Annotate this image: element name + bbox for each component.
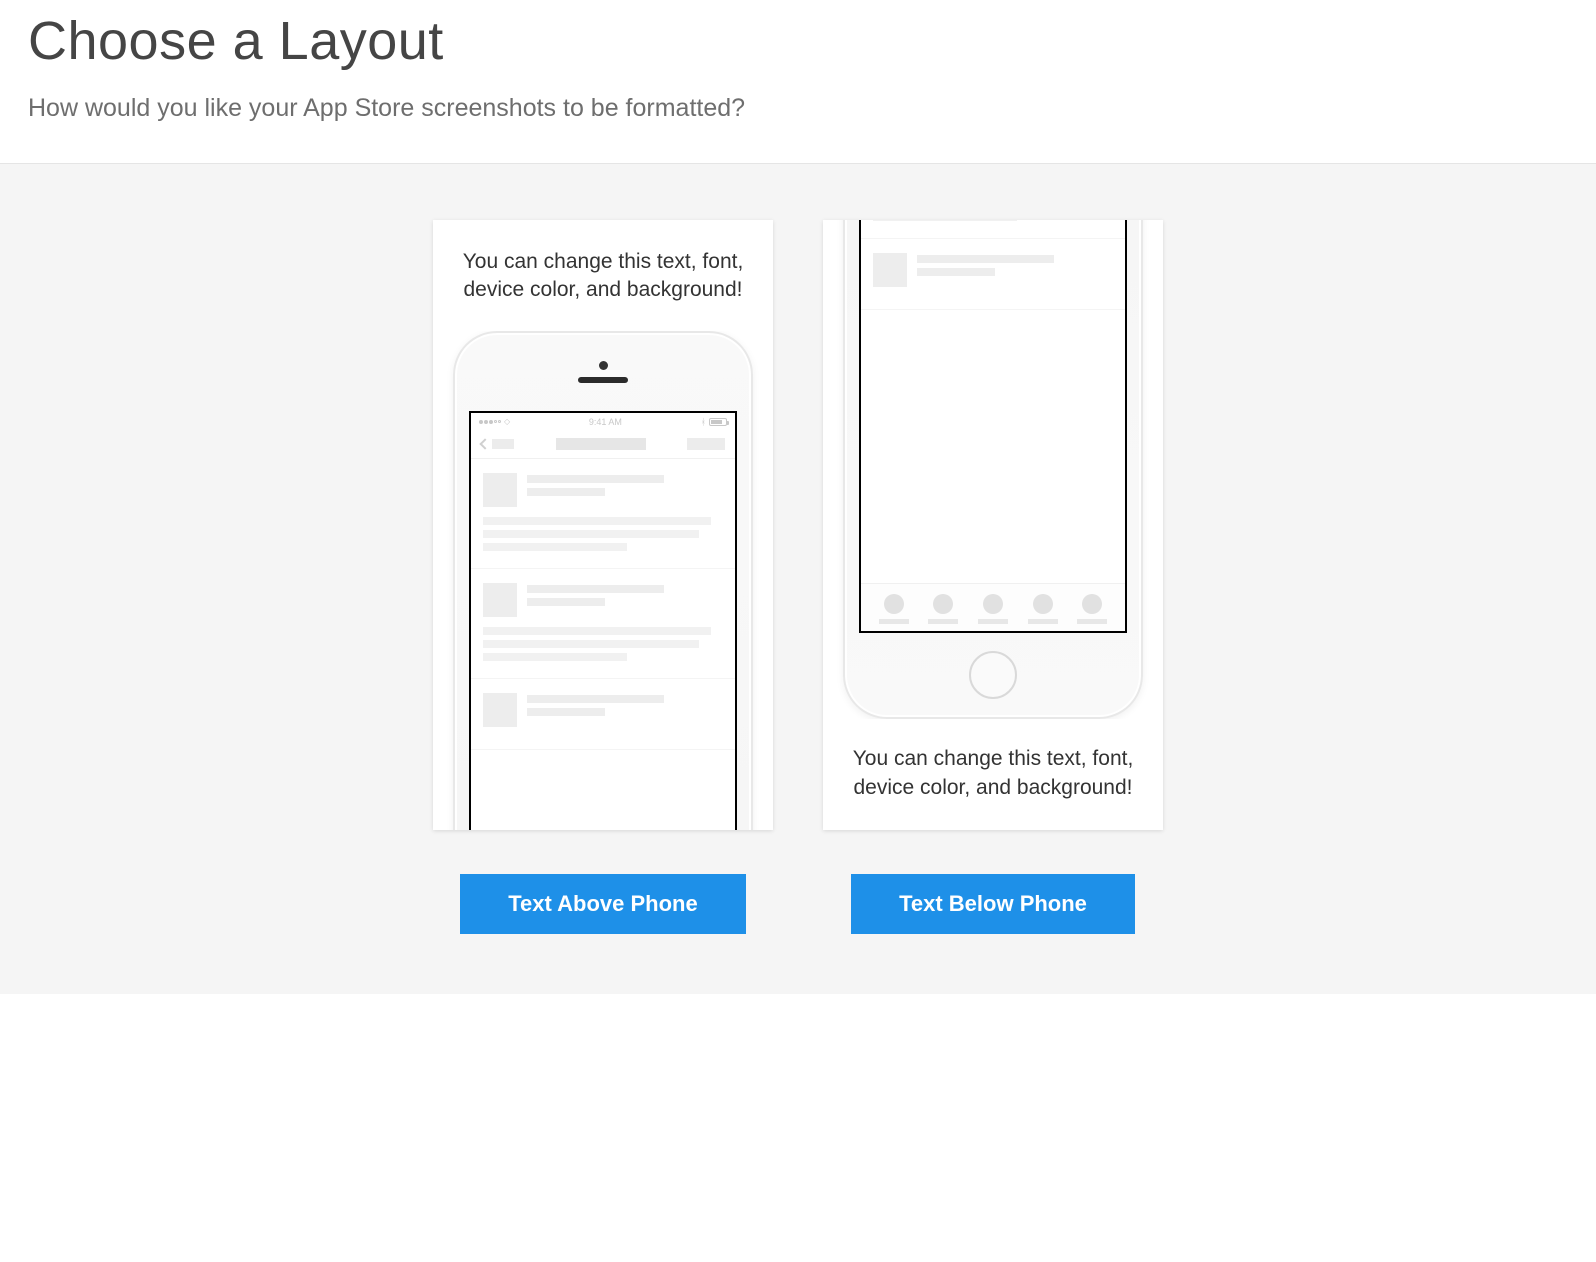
text-placeholder bbox=[527, 695, 664, 703]
text-placeholder bbox=[917, 255, 1054, 263]
text-placeholder bbox=[527, 475, 664, 483]
list-item bbox=[471, 569, 735, 679]
avatar-placeholder bbox=[483, 693, 517, 727]
phone-screen bbox=[859, 220, 1127, 633]
list-item bbox=[861, 239, 1125, 310]
tab-icon bbox=[1033, 594, 1053, 614]
tab-label-placeholder bbox=[1077, 619, 1107, 624]
text-placeholder bbox=[483, 517, 711, 525]
tab-item bbox=[978, 594, 1008, 624]
option-text-above: You can change this text, font, device c… bbox=[433, 220, 773, 934]
text-placeholder bbox=[917, 268, 995, 276]
bluetooth-icon: ᚼ bbox=[701, 417, 706, 427]
text-placeholder bbox=[483, 640, 699, 648]
tab-bar bbox=[861, 583, 1125, 631]
tab-label-placeholder bbox=[1028, 619, 1058, 624]
tab-item bbox=[879, 594, 909, 624]
phone-mockup-bottom bbox=[823, 220, 1163, 719]
preview-card-text-above[interactable]: You can change this text, font, device c… bbox=[433, 220, 773, 830]
tab-icon bbox=[983, 594, 1003, 614]
text-placeholder bbox=[527, 598, 605, 606]
feed-body bbox=[471, 459, 735, 750]
text-placeholder bbox=[483, 653, 627, 661]
tab-icon bbox=[933, 594, 953, 614]
tab-item bbox=[1077, 594, 1107, 624]
phone-notch-area bbox=[455, 333, 751, 411]
nav-back bbox=[481, 439, 514, 449]
tab-item bbox=[928, 594, 958, 624]
tab-icon bbox=[1082, 594, 1102, 614]
avatar-placeholder bbox=[873, 253, 907, 287]
phone-frame: ◇ 9:41 AM ᚼ bbox=[453, 331, 753, 830]
status-left: ◇ bbox=[479, 417, 510, 426]
tab-item bbox=[1028, 594, 1058, 624]
phone-mockup-top: ◇ 9:41 AM ᚼ bbox=[433, 331, 773, 830]
phone-home-area bbox=[845, 633, 1141, 717]
signal-icon bbox=[479, 420, 501, 424]
preview-card-text-below[interactable]: You can change this text, font, device c… bbox=[823, 220, 1163, 830]
page-subtitle: How would you like your App Store screen… bbox=[28, 94, 1568, 123]
status-bar: ◇ 9:41 AM ᚼ bbox=[471, 413, 735, 431]
chevron-left-icon bbox=[479, 439, 490, 450]
list-item bbox=[861, 220, 1125, 239]
preview-caption-text: You can change this text, font, device c… bbox=[433, 220, 773, 331]
status-time: 9:41 AM bbox=[589, 417, 622, 427]
text-placeholder bbox=[873, 220, 1017, 221]
text-placeholder bbox=[527, 585, 664, 593]
nav-title-placeholder bbox=[556, 438, 646, 450]
header-section: Choose a Layout How would you like your … bbox=[0, 0, 1596, 164]
phone-speaker-icon bbox=[578, 377, 628, 383]
nav-back-placeholder bbox=[492, 439, 514, 449]
tab-label-placeholder bbox=[928, 619, 958, 624]
phone-screen: ◇ 9:41 AM ᚼ bbox=[469, 411, 737, 830]
phone-frame bbox=[843, 220, 1143, 719]
tab-label-placeholder bbox=[879, 619, 909, 624]
list-item bbox=[471, 679, 735, 750]
tab-icon bbox=[884, 594, 904, 614]
text-placeholder bbox=[483, 627, 711, 635]
preview-caption-text: You can change this text, font, device c… bbox=[823, 719, 1163, 830]
select-text-below-button[interactable]: Text Below Phone bbox=[851, 874, 1135, 934]
wifi-icon: ◇ bbox=[504, 417, 510, 426]
page-title: Choose a Layout bbox=[28, 10, 1568, 72]
battery-icon bbox=[709, 418, 727, 426]
layout-options-section: You can change this text, font, device c… bbox=[0, 164, 1596, 994]
nav-right-placeholder bbox=[687, 438, 725, 450]
text-placeholder bbox=[527, 708, 605, 716]
status-right: ᚼ bbox=[701, 417, 727, 427]
text-placeholder bbox=[527, 488, 605, 496]
tab-label-placeholder bbox=[978, 619, 1008, 624]
avatar-placeholder bbox=[483, 583, 517, 617]
feed-body bbox=[861, 220, 1125, 583]
select-text-above-button[interactable]: Text Above Phone bbox=[460, 874, 745, 934]
home-button-icon bbox=[969, 651, 1017, 699]
list-item bbox=[471, 459, 735, 569]
nav-bar bbox=[471, 431, 735, 459]
option-text-below: You can change this text, font, device c… bbox=[823, 220, 1163, 934]
avatar-placeholder bbox=[483, 473, 517, 507]
text-placeholder bbox=[483, 530, 699, 538]
text-placeholder bbox=[483, 543, 627, 551]
phone-camera-icon bbox=[599, 361, 608, 370]
